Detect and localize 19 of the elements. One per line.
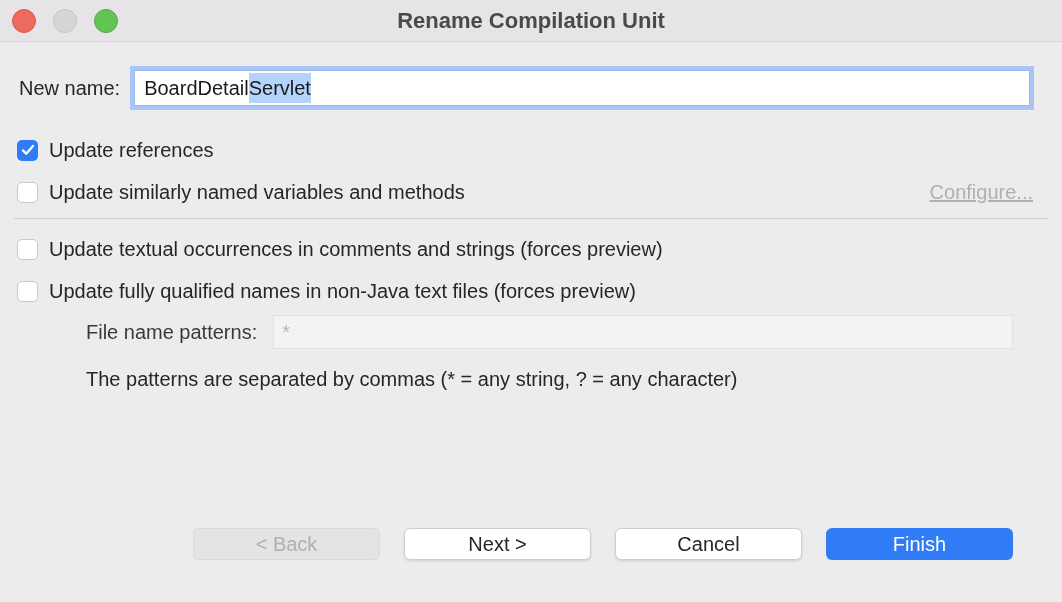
checkbox-label: Update similarly named variables and methods: [49, 180, 465, 205]
window-title: Rename Compilation Unit: [397, 7, 665, 35]
checkbox[interactable]: [17, 280, 38, 302]
checkbox[interactable]: [17, 139, 38, 161]
close-window-icon[interactable]: [12, 8, 36, 33]
maximize-window-icon[interactable]: [94, 8, 118, 33]
checkbox-label: Update textual occurrences in comments and strings (forces preview): [49, 237, 663, 262]
checkbox[interactable]: [17, 181, 38, 203]
file-patterns-label: File name patterns:: [86, 320, 258, 345]
minimize-window-icon[interactable]: [53, 8, 77, 33]
dialog-button[interactable]: Finish: [826, 528, 1013, 560]
patterns-hint: The patterns are separated by commas (* = any string, ? = any character): [86, 367, 739, 392]
checkbox-label: Update fully qualified names in non-Java text files (forces preview): [49, 279, 636, 304]
checkbox[interactable]: [17, 238, 38, 260]
new-name-label: New name:: [19, 76, 121, 101]
checkmark-icon: [20, 143, 35, 157]
checkbox-label: Update references: [49, 138, 214, 163]
dialog-button[interactable]: Cancel: [615, 528, 802, 560]
dialog-button[interactable]: Next >: [404, 528, 591, 560]
